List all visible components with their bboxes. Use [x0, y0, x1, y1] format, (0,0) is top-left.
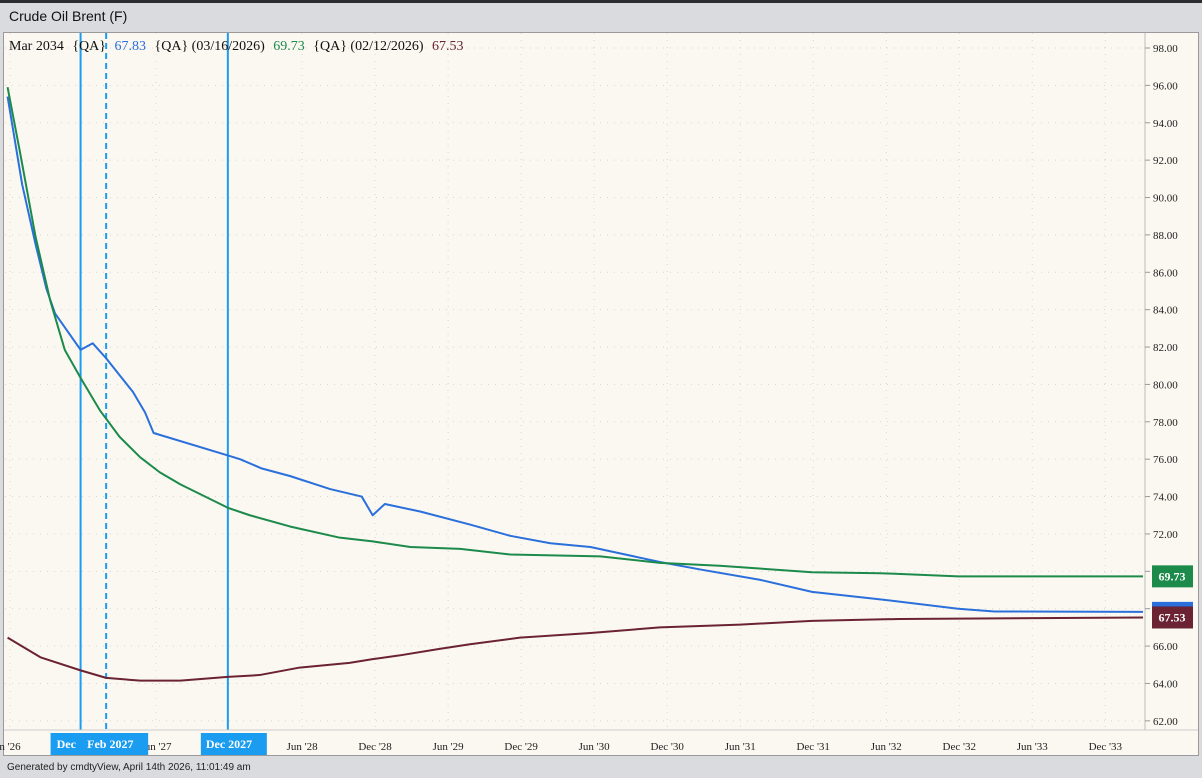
y-tick-label: 80.00 — [1153, 379, 1178, 391]
legend-series-1-tag: {QA} — [72, 39, 106, 54]
series-line-2 — [6, 87, 1144, 578]
x-tick-label: Jun '29 — [433, 741, 465, 753]
x-tick-label: Dec '28 — [358, 741, 392, 753]
x-tick-label: Dec '32 — [943, 741, 976, 753]
x-tick-label: Jun '28 — [287, 741, 319, 753]
y-tick-label: 64.00 — [1153, 678, 1178, 690]
x-tick-label: Jun '30 — [579, 741, 611, 753]
x-tick-label: Jun '32 — [871, 741, 902, 753]
series-line-1 — [6, 96, 1144, 613]
x-tick-label: n '26 — [0, 741, 21, 753]
y-tick-label: 94.00 — [1153, 118, 1178, 130]
y-tick-label: 84.00 — [1153, 305, 1178, 317]
last-value-label-series-3: 67.53 — [1159, 610, 1186, 624]
y-tick-label: 96.00 — [1153, 80, 1178, 92]
legend-series-3-value: 67.53 — [432, 39, 464, 54]
last-value-label-series-2: 69.73 — [1159, 569, 1186, 583]
y-tick-label: 62.00 — [1153, 716, 1178, 728]
y-tick-label: 78.00 — [1153, 417, 1178, 429]
x-tick-label: Dec '30 — [650, 741, 684, 753]
date-marker-label: Feb 2027 — [87, 737, 133, 751]
legend-series-2-value: 69.73 — [273, 39, 305, 54]
x-tick-label: Jun '33 — [1017, 741, 1049, 753]
date-marker-label: Dec 2027 — [206, 737, 252, 751]
y-tick-label: 82.00 — [1153, 342, 1178, 354]
y-tick-label: 98.00 — [1153, 43, 1178, 55]
x-tick-label: Dec '33 — [1089, 741, 1123, 753]
series-line-3 — [7, 616, 1144, 682]
legend: Mar 2034 {QA} 67.83 {QA} (03/16/2026) 69… — [9, 39, 464, 54]
y-tick-label: 90.00 — [1153, 193, 1178, 205]
y-tick-label: 66.00 — [1153, 641, 1178, 653]
legend-series-2-tag: {QA} (03/16/2026) — [155, 39, 266, 54]
x-tick-label: Jun '31 — [725, 741, 756, 753]
legend-series-1-value: 67.83 — [115, 39, 147, 54]
date-marker-label: Dec — [57, 737, 77, 751]
y-tick-label: 86.00 — [1153, 267, 1178, 279]
legend-contract: Mar 2034 — [9, 39, 64, 54]
y-tick-label: 74.00 — [1153, 492, 1178, 504]
price-chart[interactable]: 62.0064.0066.0068.0070.0072.0074.0076.00… — [0, 0, 1202, 778]
y-tick-label: 76.00 — [1153, 454, 1178, 466]
y-tick-label: 88.00 — [1153, 230, 1178, 242]
legend-series-3-tag: {QA} (02/12/2026) — [313, 39, 424, 54]
x-tick-label: Dec '29 — [504, 741, 538, 753]
y-tick-label: 92.00 — [1153, 155, 1178, 167]
x-tick-label: Dec '31 — [796, 741, 829, 753]
y-tick-label: 72.00 — [1153, 529, 1178, 541]
